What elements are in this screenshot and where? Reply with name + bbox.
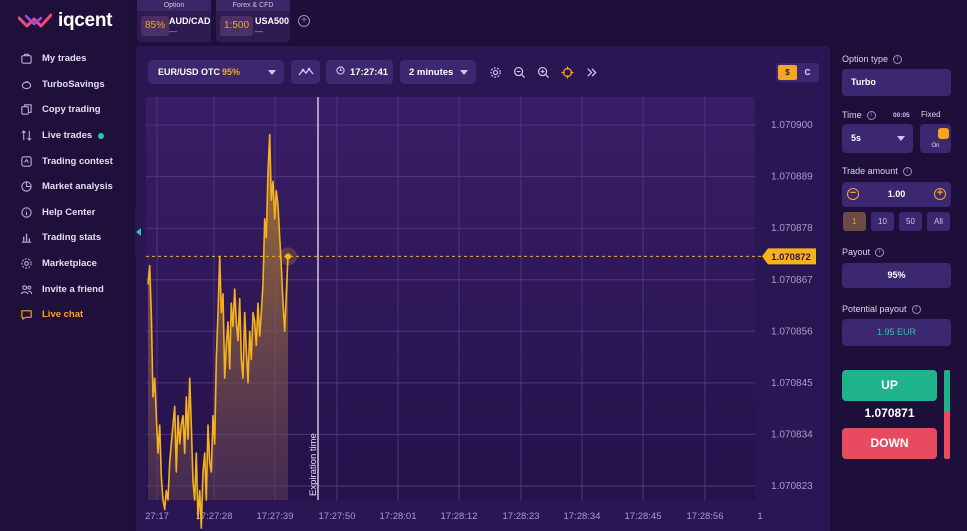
timeframe-value: 2 minutes xyxy=(409,66,454,78)
fixed-toggle[interactable]: On xyxy=(920,124,951,153)
info-icon[interactable]: i xyxy=(911,304,921,314)
y-tick-label: 1.070856 xyxy=(771,326,813,337)
x-tick-label: 17:28:34 xyxy=(564,511,601,522)
time-selector[interactable]: 5s xyxy=(842,124,913,153)
fixed-label: Fixed xyxy=(921,110,941,119)
time-countdown: 00:05 xyxy=(893,112,910,119)
trade-amount-label-text: Trade amount xyxy=(842,166,898,176)
option-type-label: Option type i xyxy=(842,54,903,64)
current-price-tag-label: 1.070872 xyxy=(771,252,811,263)
current-price-dot xyxy=(285,253,291,260)
chevron-down-icon xyxy=(460,70,468,75)
payout-label-text: Payout xyxy=(842,247,871,257)
x-tick-label: 27:17 xyxy=(145,511,169,522)
currency-cent-option[interactable]: C xyxy=(798,65,817,80)
info-icon[interactable]: i xyxy=(866,110,876,120)
chart-type-button[interactable] xyxy=(291,60,320,84)
zoom-out-icon[interactable] xyxy=(513,66,526,79)
asset-selector[interactable]: EUR/USD OTC 95% xyxy=(148,60,284,84)
payout-value: 95% xyxy=(842,263,951,288)
info-icon[interactable]: i xyxy=(875,247,885,257)
potential-payout-label: Potential payout i xyxy=(842,304,921,314)
x-tick-label: 17:28:23 xyxy=(503,511,540,522)
y-tick-label: 1.070900 xyxy=(771,120,813,131)
option-type-field[interactable]: Turbo xyxy=(842,69,951,96)
current-price: 1.070871 xyxy=(864,406,915,420)
chevron-down-icon xyxy=(268,70,276,75)
time-label: Time i xyxy=(842,110,876,120)
double-chevron-right-icon[interactable] xyxy=(585,66,598,79)
y-tick-label: 1.070845 xyxy=(771,378,813,389)
x-tick-label: 17:28:45 xyxy=(625,511,662,522)
y-tick-label: 1.070867 xyxy=(771,275,813,286)
crosshair-icon[interactable] xyxy=(561,66,574,79)
x-tick-label: 17:28:01 xyxy=(380,511,417,522)
x-tick-label: 1 xyxy=(757,511,762,522)
asset-name: EUR/USD OTC xyxy=(158,67,221,77)
sentiment-bar xyxy=(944,370,950,459)
info-icon[interactable]: i xyxy=(902,166,912,176)
timeframe-selector[interactable]: 2 minutes xyxy=(400,60,476,84)
price-chart[interactable]: 1.070900 1.070889 1.070878 1.070867 1.070856… xyxy=(0,0,967,531)
payout-label: Payout i xyxy=(842,247,885,257)
asset-payout: 95% xyxy=(222,67,241,77)
currency-dollar-option[interactable]: $ xyxy=(778,65,797,80)
trade-amount-value[interactable]: 1.00 xyxy=(888,189,906,199)
y-tick-label: 1.070834 xyxy=(771,429,813,440)
settings-gear-icon[interactable] xyxy=(489,66,502,79)
amount-preset-all[interactable]: All xyxy=(927,212,950,231)
zoom-in-icon[interactable] xyxy=(537,66,550,79)
x-tick-label: 17:27:39 xyxy=(257,511,294,522)
potential-payout-label-text: Potential payout xyxy=(842,304,907,314)
line-chart-icon xyxy=(297,67,314,76)
amount-preset-10[interactable]: 10 xyxy=(871,212,894,231)
plus-icon[interactable]: + xyxy=(934,188,946,200)
server-clock: 17:27:41 xyxy=(326,60,393,84)
clock-time: 17:27:41 xyxy=(350,66,389,78)
y-tick-label: 1.070823 xyxy=(771,481,813,492)
minus-icon[interactable]: − xyxy=(847,188,859,200)
down-button[interactable]: DOWN xyxy=(842,428,937,459)
x-tick-label: 17:27:50 xyxy=(319,511,356,522)
clock-icon xyxy=(336,66,345,78)
x-tick-label: 17:28:12 xyxy=(441,511,478,522)
up-button[interactable]: UP xyxy=(842,370,937,401)
amount-preset-50[interactable]: 50 xyxy=(899,212,922,231)
chevron-down-icon xyxy=(897,136,905,141)
expiration-label: Expiration time xyxy=(308,433,319,496)
toggle-knob xyxy=(938,128,949,139)
fixed-state: On xyxy=(931,143,940,149)
sentiment-up-fill xyxy=(944,370,950,411)
trade-amount-field[interactable]: − 1.00 + xyxy=(842,182,951,207)
y-tick-label: 1.070889 xyxy=(771,172,813,183)
amount-preset-1[interactable]: 1 xyxy=(843,212,866,231)
time-label-text: Time xyxy=(842,110,862,120)
trade-amount-label: Trade amount i xyxy=(842,166,912,176)
potential-payout-value: 1.95 EUR xyxy=(842,319,951,346)
option-type-label-text: Option type xyxy=(842,54,889,64)
x-tick-label: 17:28:56 xyxy=(687,511,724,522)
info-icon[interactable]: i xyxy=(893,54,903,64)
y-tick-label: 1.070878 xyxy=(771,223,813,234)
time-value: 5s xyxy=(851,133,862,143)
currency-toggle[interactable]: $ C xyxy=(776,63,819,82)
